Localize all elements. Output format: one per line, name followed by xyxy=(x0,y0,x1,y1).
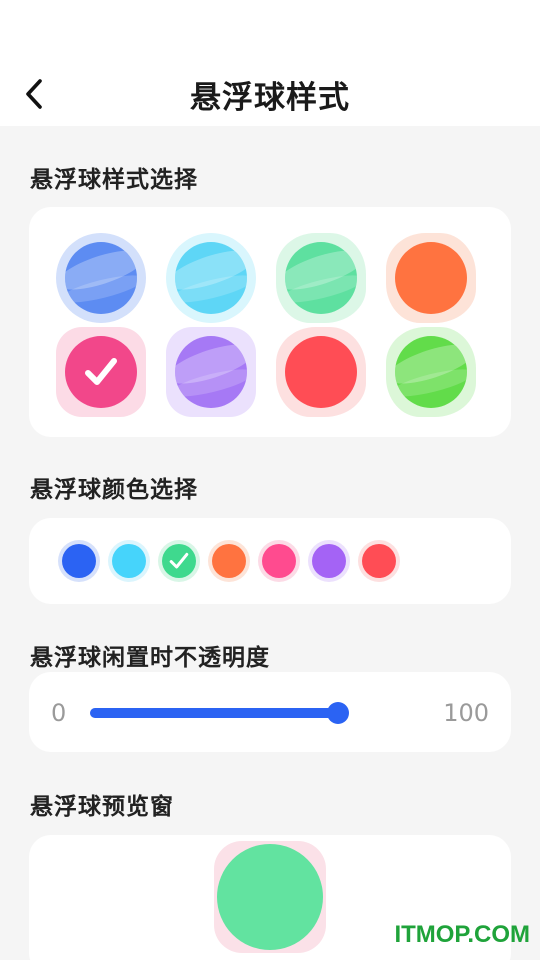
slider-min-label: 0 xyxy=(51,699,67,727)
preview-section-title: 悬浮球预览窗 xyxy=(30,794,174,820)
color-swatch xyxy=(262,544,296,578)
color-option-blue[interactable] xyxy=(58,540,100,582)
color-option-pink[interactable] xyxy=(258,540,300,582)
style-option-cyan-swirl[interactable] xyxy=(166,233,256,323)
preview-floating-ball[interactable] xyxy=(217,844,323,950)
color-option-red[interactable] xyxy=(358,540,400,582)
color-swatch xyxy=(162,544,196,578)
style-option-purple-swirl[interactable] xyxy=(166,327,256,417)
color-swatch xyxy=(212,544,246,578)
floating-ball-preview xyxy=(175,336,247,408)
color-option-cyan[interactable] xyxy=(108,540,150,582)
style-option-red-solid[interactable] xyxy=(276,327,366,417)
color-swatch xyxy=(62,544,96,578)
color-swatch xyxy=(312,544,346,578)
style-option-pink-solid[interactable] xyxy=(56,327,146,417)
opacity-section-title: 悬浮球闲置时不透明度 xyxy=(30,645,270,671)
opacity-slider[interactable] xyxy=(90,702,349,724)
color-option-purple[interactable] xyxy=(308,540,350,582)
floating-ball-preview xyxy=(285,336,357,408)
color-options-card xyxy=(29,518,511,604)
color-option-green[interactable] xyxy=(158,540,200,582)
floating-ball-preview xyxy=(395,336,467,408)
style-option-blue-swirl[interactable] xyxy=(56,233,146,323)
color-swatch xyxy=(362,544,396,578)
floating-ball-preview xyxy=(65,242,137,314)
color-section-title: 悬浮球颜色选择 xyxy=(30,477,198,503)
top-bar: 悬浮球样式 xyxy=(0,0,540,126)
floating-ball-preview xyxy=(285,242,357,314)
site-watermark: ITMOP.COM xyxy=(394,921,530,948)
color-swatch xyxy=(112,544,146,578)
preview-ball-frame xyxy=(214,841,326,953)
style-options-card xyxy=(29,207,511,437)
floating-ball-preview xyxy=(65,336,137,408)
style-section-title: 悬浮球样式选择 xyxy=(30,167,198,193)
opacity-card: 0 100 xyxy=(29,672,511,752)
slider-max-label: 100 xyxy=(443,699,489,727)
style-option-lime-swirl[interactable] xyxy=(386,327,476,417)
page-title: 悬浮球样式 xyxy=(190,80,350,116)
slider-thumb[interactable] xyxy=(327,702,349,724)
floating-ball-preview xyxy=(395,242,467,314)
checkmark-icon xyxy=(85,358,117,385)
style-option-orange-solid[interactable] xyxy=(386,233,476,323)
slider-fill xyxy=(90,708,338,718)
style-option-green-swirl[interactable] xyxy=(276,233,366,323)
floating-ball-preview xyxy=(175,242,247,314)
checkmark-icon xyxy=(169,552,189,569)
color-option-orange[interactable] xyxy=(208,540,250,582)
